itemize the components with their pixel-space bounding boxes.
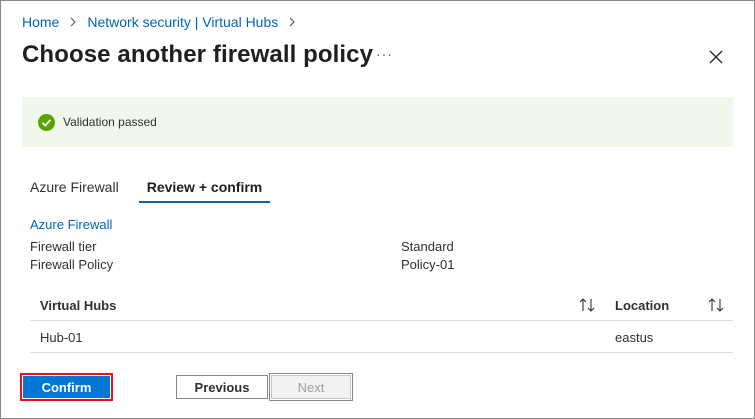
column-header-location[interactable]: Location bbox=[615, 298, 669, 313]
table-row: Hub-01 eastus bbox=[30, 321, 733, 353]
success-check-icon bbox=[38, 113, 55, 131]
page-title: Choose another firewall policy bbox=[22, 41, 374, 68]
validation-message: Validation passed bbox=[63, 115, 157, 129]
column-header-virtual-hubs[interactable]: Virtual Hubs bbox=[40, 298, 116, 313]
tab-review-confirm[interactable]: Review + confirm bbox=[138, 177, 271, 203]
firewall-tier-label: Firewall tier bbox=[30, 239, 97, 254]
cell-virtual-hub: Hub-01 bbox=[40, 330, 83, 345]
chevron-right-icon bbox=[70, 17, 77, 27]
cell-location: eastus bbox=[615, 330, 654, 345]
validation-banner: Validation passed bbox=[22, 97, 733, 147]
next-button[interactable]: Next bbox=[269, 373, 353, 401]
firewall-policy-value: Policy-01 bbox=[401, 257, 455, 272]
more-options-icon[interactable]: ··· bbox=[376, 46, 393, 62]
confirm-button[interactable]: Confirm bbox=[20, 373, 113, 401]
virtual-hubs-table: Virtual Hubs Location Hub-01 eastus bbox=[30, 289, 733, 353]
azure-firewall-section-link[interactable]: Azure Firewall bbox=[30, 217, 112, 232]
close-icon[interactable] bbox=[707, 48, 725, 66]
sort-icon[interactable] bbox=[707, 297, 725, 313]
tab-azure-firewall[interactable]: Azure Firewall bbox=[22, 177, 127, 203]
sort-icon[interactable] bbox=[578, 297, 596, 313]
table-header: Virtual Hubs Location bbox=[30, 289, 733, 321]
firewall-policy-label: Firewall Policy bbox=[30, 257, 114, 272]
previous-button[interactable]: Previous bbox=[176, 375, 268, 399]
breadcrumb-home[interactable]: Home bbox=[22, 14, 59, 30]
breadcrumb: Home Network security | Virtual Hubs bbox=[22, 14, 306, 30]
chevron-right-icon bbox=[289, 17, 296, 27]
blade-panel: Home Network security | Virtual Hubs Cho… bbox=[0, 0, 755, 419]
breadcrumb-network-security[interactable]: Network security | Virtual Hubs bbox=[87, 14, 278, 30]
firewall-tier-value: Standard bbox=[401, 239, 454, 254]
tab-bar: Azure Firewall Review + confirm bbox=[22, 177, 271, 203]
